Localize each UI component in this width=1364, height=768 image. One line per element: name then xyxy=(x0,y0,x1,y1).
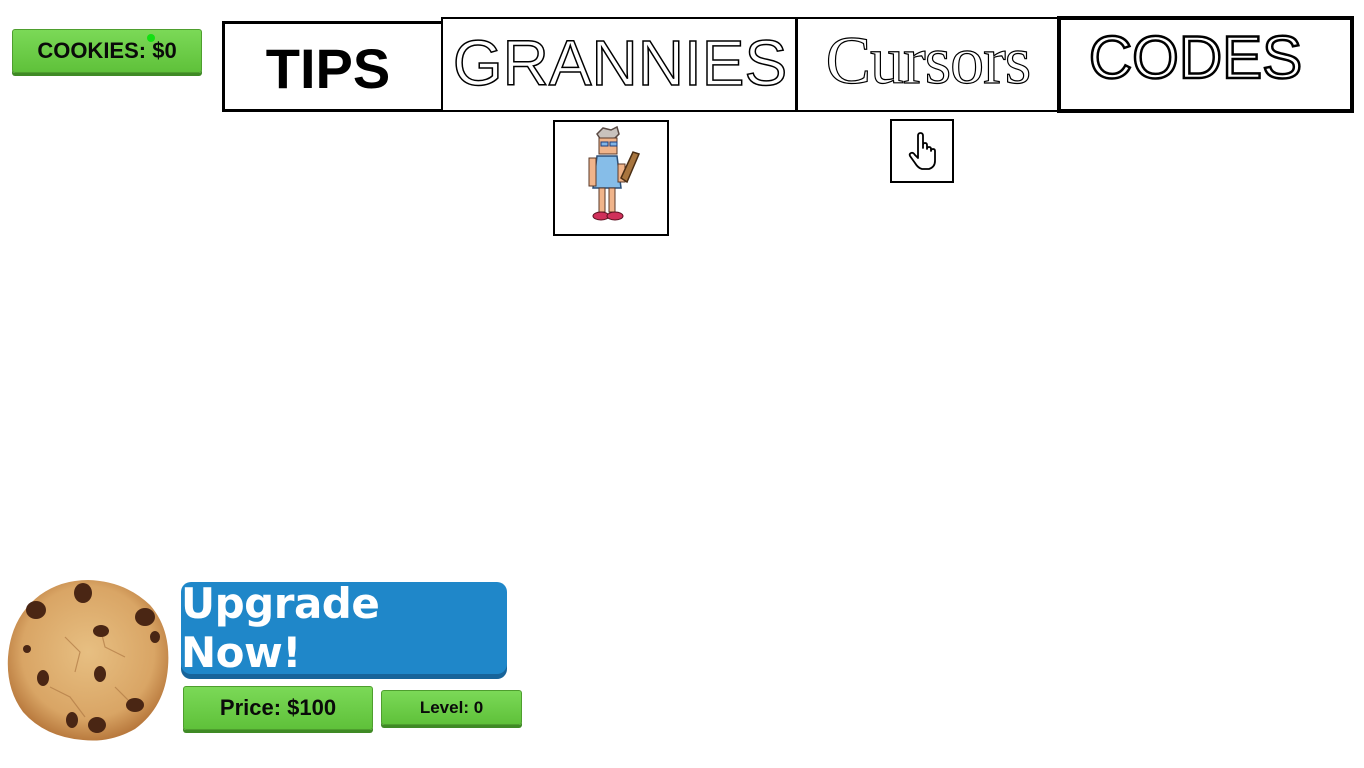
cursor-purchase-button[interactable] xyxy=(890,119,954,183)
granny-purchase-button[interactable] xyxy=(553,120,669,236)
tab-cursors-label: Cursors xyxy=(825,21,1032,98)
tab-grannies[interactable]: GRANNIES xyxy=(441,17,799,112)
level-label: Level: 0 xyxy=(419,697,484,717)
level-display-button[interactable]: Level: 0 xyxy=(381,690,522,725)
tab-codes[interactable]: CODES xyxy=(1057,16,1354,113)
tab-tips[interactable]: TIPS xyxy=(222,21,446,112)
price-display-button[interactable]: Price: $100 xyxy=(183,686,373,730)
cookies-counter-label: COOKIES: $0 xyxy=(37,38,177,63)
price-label: Price: $100 xyxy=(219,695,337,720)
chocolate-chip-cookie-icon xyxy=(7,580,169,741)
upgrade-now-button[interactable]: Upgrade Now! xyxy=(181,579,507,677)
granny-sprite-icon xyxy=(588,125,641,221)
tab-grannies-label: GRANNIES xyxy=(452,26,788,100)
tab-tips-label: TIPS xyxy=(265,37,391,100)
tab-cursors[interactable]: Cursors xyxy=(795,17,1060,112)
tab-codes-label: CODES xyxy=(1088,23,1304,93)
upgrade-now-label: Upgrade Now! xyxy=(181,579,380,677)
big-cookie-button[interactable] xyxy=(5,577,171,744)
cookies-counter-button[interactable]: COOKIES: $0 xyxy=(12,29,202,73)
status-dot xyxy=(147,34,155,42)
hand-pointer-icon xyxy=(908,132,936,170)
